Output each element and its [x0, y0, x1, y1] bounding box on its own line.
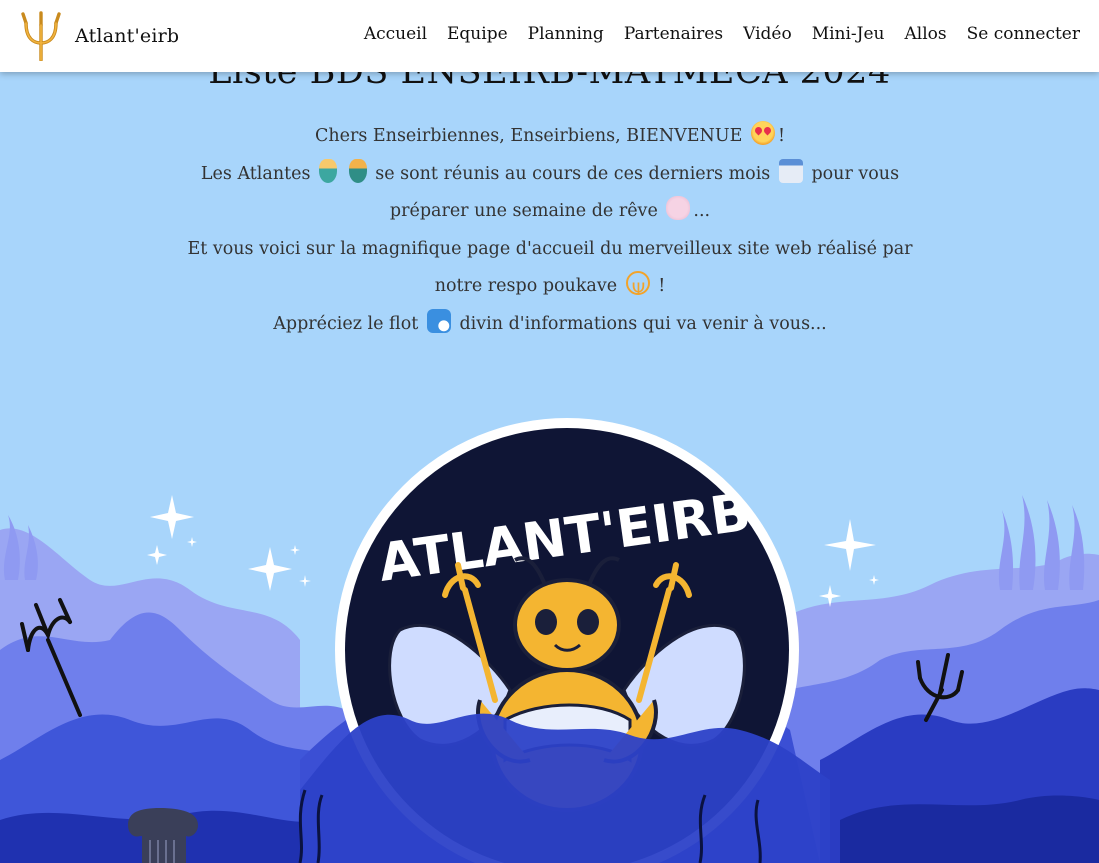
intro-ellipsis: ... — [693, 201, 711, 221]
nav-link-mini-jeu[interactable]: Mini-Jeu — [812, 24, 885, 44]
top-navbar: Atlant'eirb Accueil Equipe Planning Part… — [0, 0, 1099, 72]
main-navigation: Accueil Equipe Planning Partenaires Vidé… — [344, 0, 1080, 68]
intro-exclamation-1: ! — [777, 126, 786, 146]
nav-link-planning[interactable]: Planning — [528, 24, 604, 44]
heart-eyes-icon — [750, 121, 775, 145]
intro-line-2-mid: se sont réunis au cours de ces derniers … — [375, 163, 771, 184]
nav-link-partenaires[interactable]: Partenaires — [624, 24, 723, 44]
brand-home-link[interactable]: Atlant'eirb — [20, 10, 179, 62]
intro-line-3: Et vous voici sur la magnifique page d'a… — [187, 238, 913, 297]
hero-section: Liste BDS ENSEIRB-MATMECA 2024 Chers Ens… — [0, 0, 1099, 863]
calendar-icon — [778, 158, 803, 183]
intro-line-4-end: divin d'informations qui va venir à vous… — [459, 313, 827, 334]
nav-link-video[interactable]: Vidéo — [743, 24, 792, 44]
merperson-icon — [319, 158, 338, 183]
wave-icon — [426, 308, 451, 333]
brand-name: Atlant'eirb — [75, 25, 180, 47]
mermaid-icon — [348, 158, 367, 183]
nav-link-se-connecter[interactable]: Se connecter — [967, 24, 1080, 44]
intro-line-1: Chers Enseirbiennes, Enseirbiens, BIENVE… — [314, 126, 743, 146]
trident-icon — [625, 271, 650, 310]
intro-line-4-start: Appréciez le flot — [273, 313, 419, 334]
intro-exclamation-3: ! — [658, 276, 666, 296]
welcome-message: Chers Enseirbiennes, Enseirbiens, BIENVE… — [180, 118, 920, 343]
nav-link-allos[interactable]: Allos — [905, 24, 947, 44]
nav-link-accueil[interactable]: Accueil — [364, 24, 427, 44]
brain-icon — [666, 196, 691, 220]
nav-link-equipe[interactable]: Equipe — [447, 24, 508, 44]
intro-line-2-start: Les Atlantes — [200, 163, 311, 184]
trident-icon — [21, 11, 61, 61]
